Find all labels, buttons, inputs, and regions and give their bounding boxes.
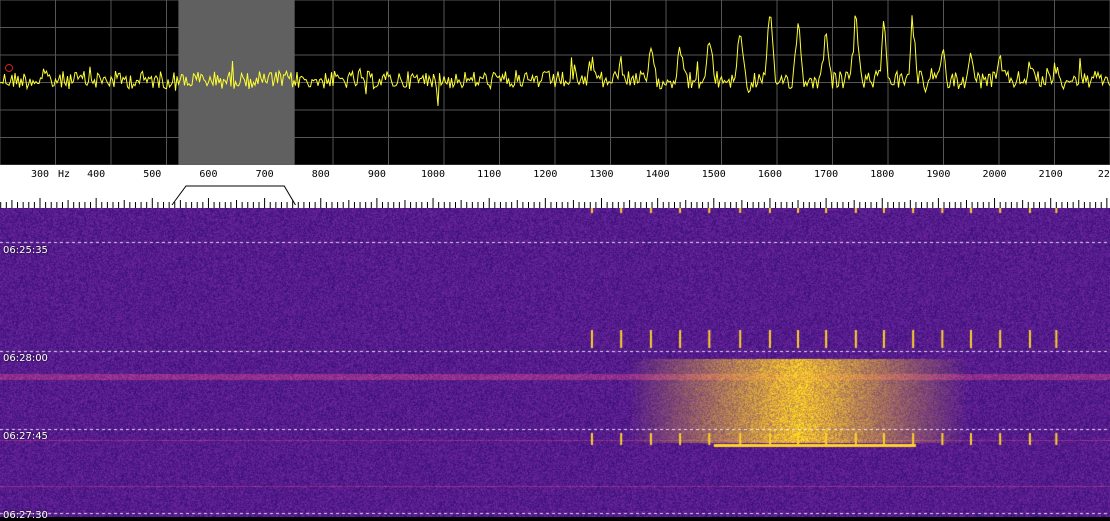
frequency-tick-label: 300 [31, 169, 49, 180]
circle-marker-icon [5, 64, 13, 72]
filter-bandwidth-bracket[interactable] [171, 185, 296, 206]
frequency-tick-label: 1300 [589, 169, 613, 180]
frequency-tick-label: 2100 [1039, 169, 1063, 180]
frequency-tick-label: 600 [199, 169, 217, 180]
frequency-tick-label: 900 [368, 169, 386, 180]
frequency-tick-label: 1900 [926, 169, 950, 180]
frequency-tick-label: 400 [87, 169, 105, 180]
time-marker-label: 06:27:30 [3, 510, 48, 521]
frequency-tick-label: 1200 [533, 169, 557, 180]
spectrum-grid [0, 0, 1110, 165]
frequency-tick-label: 1000 [421, 169, 445, 180]
time-marker-label: 06:27:45 [3, 431, 48, 442]
frequency-ticks [0, 198, 1108, 208]
frequency-tick-label: 220 [1098, 169, 1110, 180]
frequency-tick-label: 1100 [477, 169, 501, 180]
frequency-tick-label: 1800 [870, 169, 894, 180]
frequency-tick-label: 800 [312, 169, 330, 180]
frequency-tick-label: 1400 [646, 169, 670, 180]
frequency-tick-label: 2000 [983, 169, 1007, 180]
frequency-tick-label: 1600 [758, 169, 782, 180]
time-marker-label: 06:28:00 [3, 353, 48, 364]
frequency-tick-label: 1700 [814, 169, 838, 180]
frequency-ruler[interactable]: 300 400 500 600 700 800 900 1000 1100 1200 1300 140… [0, 165, 1110, 208]
waterfall-display[interactable]: 06:25:35 06:28:00 06:27:45 06:27:30 [0, 208, 1110, 521]
waterfall-canvas [0, 208, 1110, 517]
frequency-tick-label: 700 [256, 169, 274, 180]
frequency-tick-label: 500 [143, 169, 161, 180]
frequency-labels: 300 400 500 600 700 800 900 1000 1100 1200 1300 140… [31, 169, 1110, 180]
frequency-unit-label: Hz [58, 169, 70, 180]
time-marker-label: 06:25:35 [3, 245, 48, 256]
spectrum-display[interactable] [0, 0, 1110, 165]
frequency-tick-label: 1500 [702, 169, 726, 180]
